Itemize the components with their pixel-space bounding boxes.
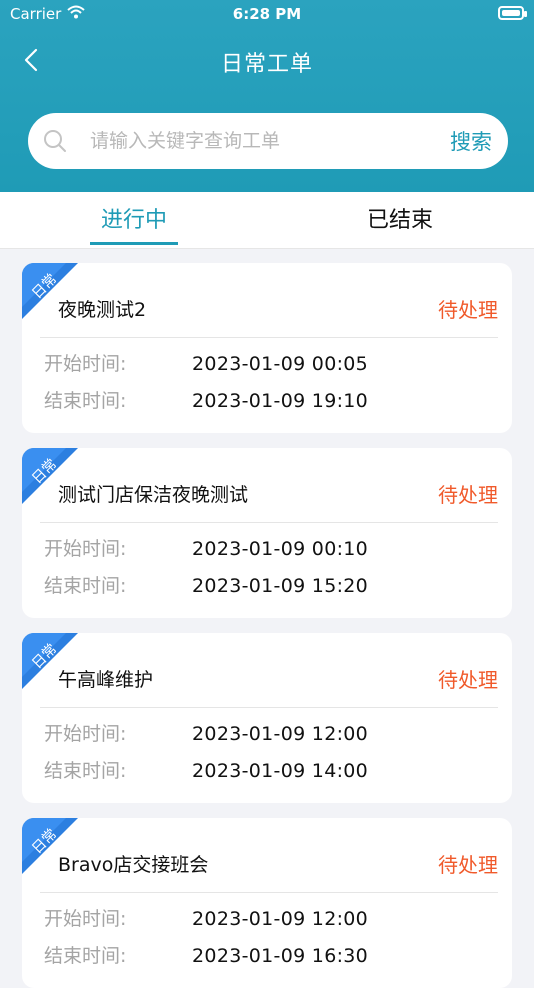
divider xyxy=(40,522,498,523)
search-icon xyxy=(42,128,68,154)
search-bar: 搜索 xyxy=(28,113,508,169)
status-time: 6:28 PM xyxy=(232,5,302,23)
status-badge: 待处理 xyxy=(438,668,498,692)
start-time-value: 2023-01-09 00:05 xyxy=(192,353,369,375)
search-input[interactable] xyxy=(88,129,450,153)
end-time-value: 2023-01-09 19:10 xyxy=(192,390,369,412)
card-title: 测试门店保洁夜晚测试 xyxy=(58,484,249,506)
start-time-row: 开始时间: 2023-01-09 12:00 xyxy=(44,904,368,931)
status-badge: 待处理 xyxy=(438,298,498,322)
end-time-label: 结束时间: xyxy=(44,575,127,597)
end-time-value: 2023-01-09 16:30 xyxy=(192,945,369,967)
start-time-label: 开始时间: xyxy=(44,353,127,375)
tab-bar: 进行中 已结束 xyxy=(0,192,534,249)
end-time-label: 结束时间: xyxy=(44,945,127,967)
end-time-value: 2023-01-09 15:20 xyxy=(192,575,369,597)
active-tab-indicator xyxy=(90,242,178,245)
divider xyxy=(40,707,498,708)
card-title: Bravo店交接班会 xyxy=(58,854,209,876)
status-bar: Carrier 6:28 PM xyxy=(0,0,534,28)
divider xyxy=(40,337,498,338)
work-order-card[interactable]: 日常 夜晚测试2 待处理 开始时间: 2023-01-09 00:05 结束时间… xyxy=(22,263,512,433)
start-time-label: 开始时间: xyxy=(44,723,127,745)
start-time-row: 开始时间: 2023-01-09 00:10 xyxy=(44,534,368,561)
search-button[interactable]: 搜索 xyxy=(450,126,492,156)
tab-in-progress[interactable]: 进行中 xyxy=(90,202,178,234)
work-order-card[interactable]: 日常 Bravo店交接班会 待处理 开始时间: 2023-01-09 12:00… xyxy=(22,818,512,988)
status-badge: 待处理 xyxy=(438,853,498,877)
work-order-card[interactable]: 日常 测试门店保洁夜晚测试 待处理 开始时间: 2023-01-09 00:10… xyxy=(22,448,512,618)
header: Carrier 6:28 PM 日常工单 搜索 xyxy=(0,0,534,192)
end-time-label: 结束时间: xyxy=(44,760,127,782)
start-time-label: 开始时间: xyxy=(44,538,127,560)
battery-icon xyxy=(498,6,527,20)
divider xyxy=(40,892,498,893)
end-time-row: 结束时间: 2023-01-09 16:30 xyxy=(44,941,368,968)
start-time-value: 2023-01-09 12:00 xyxy=(192,723,369,745)
start-time-row: 开始时间: 2023-01-09 00:05 xyxy=(44,349,368,376)
start-time-value: 2023-01-09 00:10 xyxy=(192,538,369,560)
work-order-card[interactable]: 日常 午高峰维护 待处理 开始时间: 2023-01-09 12:00 结束时间… xyxy=(22,633,512,803)
end-time-value: 2023-01-09 14:00 xyxy=(192,760,369,782)
status-badge: 待处理 xyxy=(438,483,498,507)
card-title: 夜晚测试2 xyxy=(58,299,147,321)
start-time-label: 开始时间: xyxy=(44,908,127,930)
tab-finished[interactable]: 已结束 xyxy=(354,202,446,234)
end-time-row: 结束时间: 2023-01-09 19:10 xyxy=(44,386,368,413)
end-time-label: 结束时间: xyxy=(44,390,127,412)
start-time-value: 2023-01-09 12:00 xyxy=(192,908,369,930)
card-title: 午高峰维护 xyxy=(58,669,154,691)
start-time-row: 开始时间: 2023-01-09 12:00 xyxy=(44,719,368,746)
end-time-row: 结束时间: 2023-01-09 15:20 xyxy=(44,571,368,598)
page-title: 日常工单 xyxy=(220,52,313,77)
end-time-row: 结束时间: 2023-01-09 14:00 xyxy=(44,756,368,783)
